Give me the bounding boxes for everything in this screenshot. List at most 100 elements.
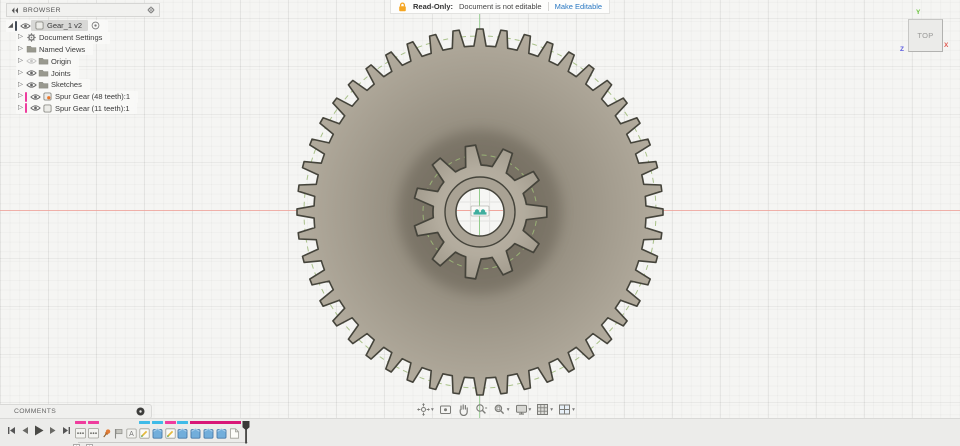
fit-icon[interactable] bbox=[493, 403, 506, 416]
activate-component-radio[interactable] bbox=[91, 21, 100, 30]
browser-row-gear-1-v2[interactable]: ◢ Gear_1 v2 bbox=[6, 20, 109, 32]
visibility-eye-icon[interactable] bbox=[19, 22, 31, 30]
dropdown-caret-icon[interactable]: ▾ bbox=[507, 407, 510, 413]
sketch-icon[interactable] bbox=[139, 428, 150, 439]
timeline-feature-page[interactable] bbox=[228, 420, 242, 445]
zoom-icon[interactable] bbox=[475, 403, 488, 416]
pan-icon[interactable] bbox=[457, 403, 470, 416]
radio-icon[interactable] bbox=[91, 21, 100, 30]
look-at-icon[interactable] bbox=[439, 403, 452, 416]
browser-item-label: Sketches bbox=[51, 80, 82, 90]
cube-icon[interactable] bbox=[177, 428, 188, 439]
visibility-eye-icon[interactable] bbox=[29, 104, 41, 112]
eye-icon[interactable] bbox=[19, 22, 31, 30]
text-feature-icon[interactable]: A bbox=[126, 428, 137, 439]
look-at-button[interactable] bbox=[437, 402, 454, 417]
browser-row-named-views[interactable]: ▷ Named Views bbox=[16, 43, 94, 56]
dropdown-caret-icon[interactable]: ▾ bbox=[572, 407, 575, 413]
orbit-button[interactable]: ▾ bbox=[415, 402, 436, 417]
timeline-feature-cube[interactable] bbox=[202, 420, 216, 445]
timeline-feature-pin[interactable] bbox=[101, 420, 114, 445]
display-settings-button[interactable]: ▾ bbox=[513, 402, 534, 417]
dropdown-caret-icon[interactable]: ▾ bbox=[529, 407, 532, 413]
playback-play-button[interactable] bbox=[34, 425, 44, 436]
timeline-feature-sketch[interactable] bbox=[138, 420, 152, 445]
skip-start-icon[interactable] bbox=[7, 426, 16, 435]
visibility-eye-icon[interactable] bbox=[25, 57, 37, 65]
collapsed-arrow-icon[interactable]: ▷ bbox=[16, 58, 25, 65]
display-settings-icon[interactable] bbox=[515, 403, 528, 416]
step-back-icon[interactable] bbox=[21, 426, 29, 435]
collapsed-arrow-icon[interactable]: ▷ bbox=[16, 46, 25, 53]
browser-row-origin[interactable]: ▷ Origin bbox=[16, 55, 80, 68]
collapsed-arrow-icon[interactable]: ▷ bbox=[16, 69, 25, 77]
browser-row-document-settings[interactable]: ▷ Document Settings bbox=[16, 31, 111, 44]
collapsed-arrow-icon[interactable]: ▷ bbox=[16, 34, 25, 41]
orbit-icon[interactable] bbox=[417, 403, 430, 416]
playback-skip-start-button[interactable] bbox=[7, 426, 16, 435]
read-only-banner: Read-Only: Document is not editable Make… bbox=[390, 0, 611, 14]
eye-icon[interactable] bbox=[29, 104, 41, 112]
grid-settings-icon[interactable] bbox=[536, 403, 549, 416]
eye-icon[interactable] bbox=[25, 69, 37, 77]
pan-button[interactable] bbox=[455, 402, 472, 417]
play-icon[interactable] bbox=[34, 425, 44, 436]
dropdown-caret-icon[interactable]: ▾ bbox=[431, 407, 434, 413]
playback-step-forward-button[interactable] bbox=[49, 426, 57, 435]
collapsed-arrow-icon[interactable]: ▷ bbox=[16, 81, 25, 89]
eye-icon[interactable] bbox=[25, 81, 37, 89]
viewcube-top-face[interactable]: TOP bbox=[908, 19, 943, 52]
eye-icon[interactable] bbox=[29, 93, 41, 101]
cube-icon[interactable] bbox=[152, 428, 163, 439]
browser-header[interactable]: BROWSER bbox=[6, 3, 160, 17]
timeline-scrubber[interactable] bbox=[241, 420, 251, 445]
skip-end-icon[interactable] bbox=[62, 426, 71, 435]
viewports-icon[interactable] bbox=[558, 403, 571, 416]
cube-icon[interactable] bbox=[216, 428, 227, 439]
expand-group-button[interactable] bbox=[73, 438, 80, 446]
timeline-feature-cube[interactable] bbox=[177, 420, 190, 445]
browser-settings-gear-icon[interactable] bbox=[147, 6, 155, 14]
fit-button[interactable]: ▾ bbox=[491, 402, 512, 417]
expand-group-button[interactable] bbox=[85, 438, 93, 446]
timeline-feature-cube[interactable] bbox=[215, 420, 229, 445]
browser-row-joints[interactable]: ▷ Joints bbox=[16, 67, 79, 79]
collapsed-arrow-icon[interactable]: ▷ bbox=[16, 93, 25, 100]
comments-panel[interactable]: COMMENTS bbox=[0, 404, 152, 419]
expanded-arrow-icon[interactable]: ◢ bbox=[6, 22, 15, 30]
sketch-icon[interactable] bbox=[164, 428, 176, 439]
visibility-eye-icon[interactable] bbox=[25, 69, 37, 77]
banner-message: Document is not editable bbox=[459, 2, 542, 11]
step-forward-icon[interactable] bbox=[49, 426, 57, 435]
flag-icon[interactable] bbox=[113, 428, 124, 439]
collapsed-arrow-icon[interactable]: ▷ bbox=[16, 105, 25, 112]
viewcube[interactable]: TOP Y X Z bbox=[898, 8, 954, 60]
cube-icon[interactable] bbox=[203, 428, 214, 439]
dropdown-caret-icon[interactable]: ▾ bbox=[550, 407, 553, 413]
timeline-feature-cube[interactable] bbox=[151, 420, 165, 445]
viewports-button[interactable]: ▾ bbox=[556, 402, 577, 417]
pin-icon[interactable] bbox=[101, 428, 112, 439]
browser-row-sketches[interactable]: ▷ Sketches bbox=[16, 78, 90, 91]
collapse-panel-icon[interactable] bbox=[11, 7, 19, 14]
selected-item-box[interactable]: Gear_1 v2 bbox=[31, 20, 89, 32]
timeline-feature-text-feature[interactable]: A bbox=[126, 420, 139, 445]
make-editable-link[interactable]: Make Editable bbox=[555, 2, 603, 11]
timeline-feature-group[interactable] bbox=[85, 420, 101, 446]
page-icon[interactable] bbox=[229, 428, 240, 439]
playback-step-back-button[interactable] bbox=[21, 426, 29, 435]
eye-icon[interactable] bbox=[25, 57, 37, 65]
small-gear-shadow bbox=[398, 130, 562, 294]
visibility-eye-icon[interactable] bbox=[25, 81, 37, 89]
zoom-button[interactable] bbox=[473, 402, 490, 417]
comment-indicator-icon[interactable] bbox=[136, 407, 145, 416]
playback-skip-end-button[interactable] bbox=[62, 426, 71, 435]
visibility-eye-icon[interactable] bbox=[29, 93, 41, 101]
grid-settings-button[interactable]: ▾ bbox=[534, 402, 555, 417]
browser-row-spur-gear-11-teeth-1[interactable]: ▷ Spur Gear (11 teeth):1 bbox=[16, 102, 138, 115]
cube-icon[interactable] bbox=[190, 428, 201, 439]
timeline-feature-sketch[interactable] bbox=[164, 420, 178, 445]
timeline-feature-flag[interactable] bbox=[113, 420, 126, 445]
browser-row-spur-gear-48-teeth-1[interactable]: ▷ Spur Gear (48 teeth):1 bbox=[16, 90, 139, 103]
timeline-feature-cube[interactable] bbox=[190, 420, 203, 445]
